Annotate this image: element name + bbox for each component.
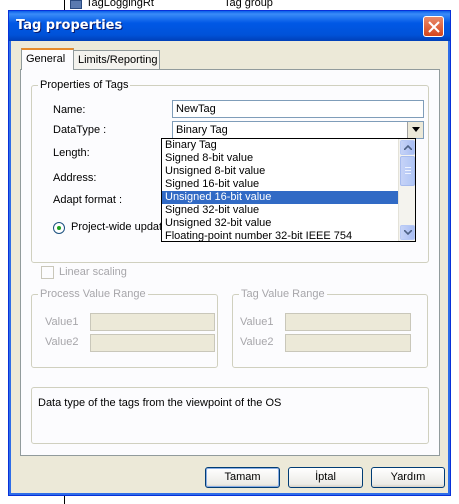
tag-value2-label: Value2: [240, 336, 274, 348]
adapt-format-label: Adapt format :: [53, 194, 123, 206]
process-value1-field[interactable]: [90, 313, 215, 331]
datatype-value: Binary Tag: [176, 124, 228, 136]
chevron-up-icon: [404, 145, 412, 150]
list-item-signed-16bit[interactable]: Signed 16-bit value: [162, 178, 398, 191]
tab-general-label: General: [26, 53, 66, 65]
chevron-down-icon: [404, 230, 412, 235]
process-value2-label: Value2: [45, 336, 79, 348]
list-item-signed-8bit[interactable]: Signed 8-bit value: [162, 152, 398, 165]
background-column-1: TagLoggingRt: [86, 0, 154, 9]
tab-general[interactable]: General: [21, 48, 74, 70]
project-wide-update-radio[interactable]: [53, 222, 65, 234]
ok-button[interactable]: Tamam: [205, 467, 280, 488]
properties-legend: Properties of Tags: [38, 79, 131, 91]
list-item-binary-tag[interactable]: Binary Tag: [162, 139, 398, 152]
list-item-unsigned-16bit[interactable]: Unsigned 16-bit value: [162, 191, 398, 204]
list-item-unsigned-8bit[interactable]: Unsigned 8-bit value: [162, 165, 398, 178]
scroll-thumb[interactable]: [400, 156, 415, 186]
list-item-unsigned-32bit[interactable]: Unsigned 32-bit value: [162, 217, 398, 230]
address-label: Address:: [53, 172, 97, 184]
tag-value1-field[interactable]: [285, 313, 411, 331]
process-value-range-group: Process Value Range: [31, 288, 218, 368]
close-button[interactable]: [423, 16, 444, 37]
linear-scaling-checkbox[interactable]: [41, 266, 54, 279]
background-column-2: Tag group: [224, 0, 273, 9]
thumb-grip: [405, 173, 411, 174]
list-item-float-32bit[interactable]: Floating-point number 32-bit IEEE 754: [162, 230, 398, 241]
list-scrollbar[interactable]: [398, 139, 415, 241]
datatype-dropdown-list[interactable]: Binary Tag Signed 8-bit value Unsigned 8…: [161, 138, 416, 242]
name-value: NewTag: [176, 103, 216, 115]
process-range-legend: Process Value Range: [38, 288, 148, 300]
tag-logging-icon: [70, 0, 82, 9]
description-box: Data type of the tags from the viewpoint…: [31, 387, 429, 444]
background-app: TagLoggingRt Tag group: [0, 0, 459, 10]
tab-limits-reporting[interactable]: Limits/Reporting: [73, 50, 160, 70]
tab-limits-label: Limits/Reporting: [78, 54, 158, 66]
chevron-down-icon: [412, 127, 420, 132]
dialog-title: Tag properties: [16, 18, 123, 33]
name-label: Name:: [53, 104, 86, 116]
description-text: Data type of the tags from the viewpoint…: [38, 397, 282, 409]
general-tab-panel: Properties of Tags Name: NewTag DataType…: [20, 69, 440, 456]
tag-range-legend: Tag Value Range: [239, 288, 327, 300]
datatype-label: DataType :: [53, 124, 107, 136]
scroll-down-button[interactable]: [400, 225, 415, 240]
tree-line: [64, 0, 65, 10]
linear-scaling-label: Linear scaling: [59, 266, 127, 278]
help-button[interactable]: Yardım: [371, 467, 445, 488]
title-bar[interactable]: Tag properties: [9, 11, 450, 41]
thumb-grip: [405, 170, 411, 171]
radio-dot: [57, 226, 61, 230]
scroll-up-button[interactable]: [400, 140, 415, 155]
cancel-button[interactable]: İptal: [288, 467, 363, 488]
length-label: Length:: [53, 147, 90, 159]
name-field[interactable]: NewTag: [172, 100, 424, 118]
tag-value2-field[interactable]: [285, 334, 411, 352]
datatype-dropdown-button[interactable]: [407, 122, 423, 138]
close-icon: [428, 21, 440, 33]
datatype-combobox[interactable]: Binary Tag: [172, 121, 424, 139]
list-item-signed-32bit[interactable]: Signed 32-bit value: [162, 204, 398, 217]
tree-line-bottom: [64, 496, 65, 504]
tag-value-range-group: Tag Value Range: [232, 288, 428, 368]
project-wide-update-label: Project-wide update: [71, 221, 169, 233]
tag-properties-dialog: Tag properties General Limits/Reporting …: [8, 10, 451, 496]
process-value1-label: Value1: [45, 316, 79, 328]
process-value2-field[interactable]: [90, 334, 215, 352]
thumb-grip: [405, 167, 411, 168]
tag-value1-label: Value1: [240, 316, 274, 328]
